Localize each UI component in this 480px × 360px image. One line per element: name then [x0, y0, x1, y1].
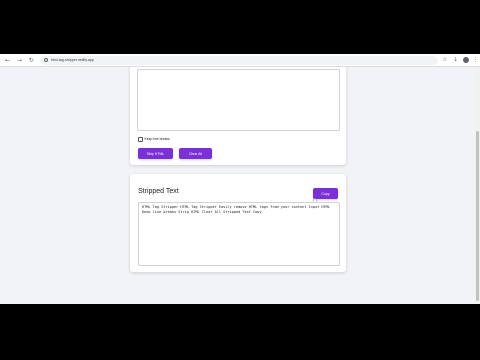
download-icon[interactable]: ↓	[451, 56, 460, 65]
stripped-text-title: Stripped Text	[138, 188, 179, 195]
keep-line-breaks-checkbox[interactable]	[138, 137, 143, 142]
browser-toolbar: ← → ↻ html-tag-stripper.netlify.app ☆ ↓ …	[0, 54, 480, 67]
output-card: Stripped Text Copy HTML Tag Stripper HTM…	[130, 174, 346, 272]
strip-html-button[interactable]: Strip HTML	[138, 148, 173, 159]
back-icon[interactable]: ←	[3, 56, 12, 65]
address-bar[interactable]: html-tag-stripper.netlify.app	[39, 55, 439, 65]
star-icon[interactable]: ☆	[440, 56, 449, 65]
input-card: Keep line breaks Strip HTML Clear All	[130, 67, 346, 165]
page-scrollbar[interactable]	[475, 67, 480, 304]
video-letterbox-top	[0, 0, 480, 54]
keep-line-breaks-label[interactable]: Keep line breaks	[145, 137, 170, 141]
page-viewport: Keep line breaks Strip HTML Clear All St…	[0, 67, 480, 304]
reload-icon[interactable]: ↻	[27, 56, 36, 65]
video-letterbox-bottom	[0, 304, 480, 360]
stripped-text-content: HTML Tag Stripper HTML Tag Stripper Easi…	[142, 205, 330, 215]
address-bar-url: html-tag-stripper.netlify.app	[50, 58, 94, 62]
stripped-text-output[interactable]: HTML Tag Stripper HTML Tag Stripper Easi…	[138, 202, 340, 266]
profile-avatar[interactable]	[463, 57, 470, 63]
forward-icon[interactable]: →	[15, 56, 24, 65]
clear-all-button[interactable]: Clear All	[179, 148, 212, 159]
html-input-textarea[interactable]	[137, 69, 340, 131]
scrollbar-thumb[interactable]	[476, 131, 479, 301]
kebab-menu-icon[interactable]: ⋮	[471, 56, 480, 65]
site-info-icon[interactable]	[43, 58, 48, 62]
keep-line-breaks-row: Keep line breaks	[138, 137, 170, 142]
